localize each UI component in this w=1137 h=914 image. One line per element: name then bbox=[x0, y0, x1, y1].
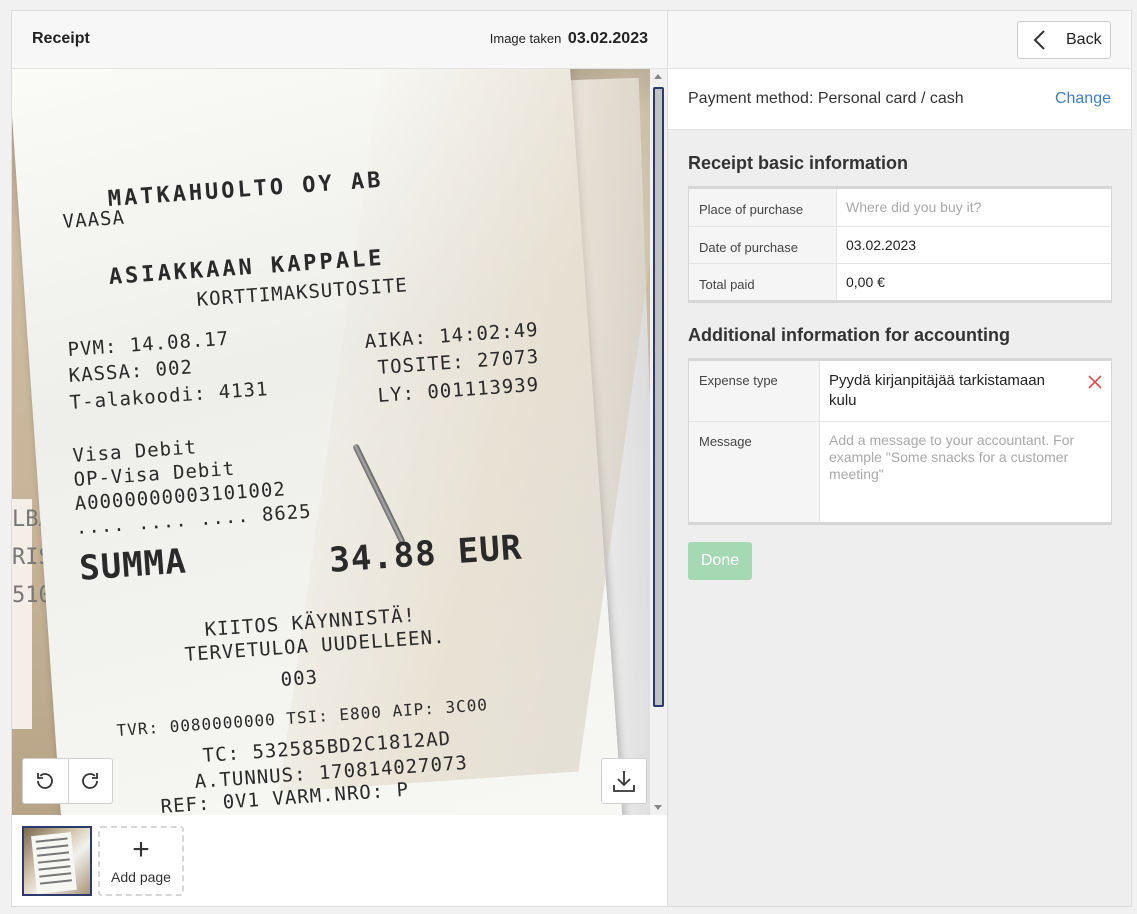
back-button[interactable]: Back bbox=[1017, 21, 1111, 59]
scroll-up-icon[interactable] bbox=[654, 74, 662, 79]
total-paid-row: Total paid 0,00 € bbox=[689, 263, 1111, 300]
expense-type-label: Expense type bbox=[689, 361, 820, 421]
place-of-purchase-input[interactable]: Where did you buy it? bbox=[837, 189, 1111, 226]
receipt-title: Receipt bbox=[32, 30, 90, 47]
receipt-header: Receipt Image taken 03.02.2023 bbox=[12, 11, 667, 69]
clear-icon[interactable] bbox=[1087, 374, 1103, 396]
date-of-purchase-input[interactable]: 03.02.2023 bbox=[837, 227, 1111, 263]
image-taken-label: Image taken bbox=[489, 31, 562, 46]
rotate-right-button[interactable] bbox=[67, 759, 113, 803]
add-page-label: Add page bbox=[111, 869, 171, 885]
place-of-purchase-label: Place of purchase bbox=[689, 189, 837, 226]
expense-type-row: Expense type Pyydä kirjanpitäjää tarkist… bbox=[689, 361, 1111, 421]
change-payment-link[interactable]: Change bbox=[1055, 90, 1111, 108]
page-strip: + Add page bbox=[12, 815, 667, 906]
receipt-line: 003 bbox=[280, 666, 319, 691]
receipt-line: SUMMA bbox=[78, 541, 188, 589]
left-paper-edge: LBA RIS 510 bbox=[12, 499, 52, 729]
add-page-button[interactable]: + Add page bbox=[98, 826, 184, 896]
back-label: Back bbox=[1066, 31, 1102, 48]
download-icon bbox=[613, 771, 635, 792]
chevron-left-icon bbox=[1033, 30, 1045, 50]
done-button[interactable]: Done bbox=[688, 542, 752, 580]
app-frame: Receipt Image taken 03.02.2023 Prisma Ma… bbox=[11, 10, 1132, 907]
image-taken-date: 03.02.2023 bbox=[567, 30, 648, 47]
total-paid-label: Total paid bbox=[689, 264, 837, 300]
payment-method-bar: Payment method: Personal card / cash Cha… bbox=[668, 69, 1131, 130]
payment-method-text: Payment method: Personal card / cash bbox=[688, 90, 964, 107]
page-thumbnail[interactable] bbox=[22, 826, 92, 896]
basic-info-form: Place of purchase Where did you buy it? … bbox=[688, 186, 1112, 303]
details-header: Back bbox=[668, 11, 1131, 69]
accounting-title: Additional information for accounting bbox=[688, 325, 1010, 345]
receipt-panel: Receipt Image taken 03.02.2023 Prisma Ma… bbox=[12, 11, 668, 906]
message-label: Message bbox=[689, 422, 820, 522]
image-taken: Image taken 03.02.2023 bbox=[490, 30, 648, 48]
message-row: Message Add a message to your accountant… bbox=[689, 421, 1111, 522]
rotate-left-button[interactable] bbox=[23, 759, 68, 803]
expense-type-select[interactable]: Pyydä kirjanpitäjää tarkistamaan kulu bbox=[820, 361, 1111, 421]
total-paid-input[interactable]: 0,00 € bbox=[837, 264, 1111, 300]
download-button[interactable] bbox=[601, 758, 647, 804]
receipt-photo: Prisma Markkinat LBARIS510 MATKAHUOLTO O… bbox=[12, 69, 650, 815]
place-of-purchase-row: Place of purchase Where did you buy it? bbox=[689, 189, 1111, 226]
rotate-tools bbox=[22, 758, 113, 804]
accounting-form: Expense type Pyydä kirjanpitäjää tarkist… bbox=[688, 358, 1112, 525]
date-of-purchase-label: Date of purchase bbox=[689, 227, 837, 263]
details-panel: Back Payment method: Personal card / cas… bbox=[668, 11, 1131, 906]
viewer-scrollbar[interactable] bbox=[650, 69, 667, 815]
expense-type-value: Pyydä kirjanpitäjää tarkistamaan kulu bbox=[829, 372, 1045, 409]
basic-info-title: Receipt basic information bbox=[688, 153, 909, 173]
scrollbar-thumb[interactable] bbox=[653, 87, 664, 707]
plus-icon: + bbox=[132, 833, 150, 866]
scroll-down-icon[interactable] bbox=[654, 805, 662, 810]
date-of-purchase-row: Date of purchase 03.02.2023 bbox=[689, 226, 1111, 263]
message-textarea[interactable]: Add a message to your accountant. For ex… bbox=[820, 422, 1111, 522]
rotate-right-icon bbox=[82, 773, 99, 789]
rotate-left-icon bbox=[37, 773, 54, 789]
receipt-line: VAASA bbox=[62, 206, 126, 233]
receipt-image-viewer[interactable]: Prisma Markkinat LBARIS510 MATKAHUOLTO O… bbox=[12, 69, 667, 815]
